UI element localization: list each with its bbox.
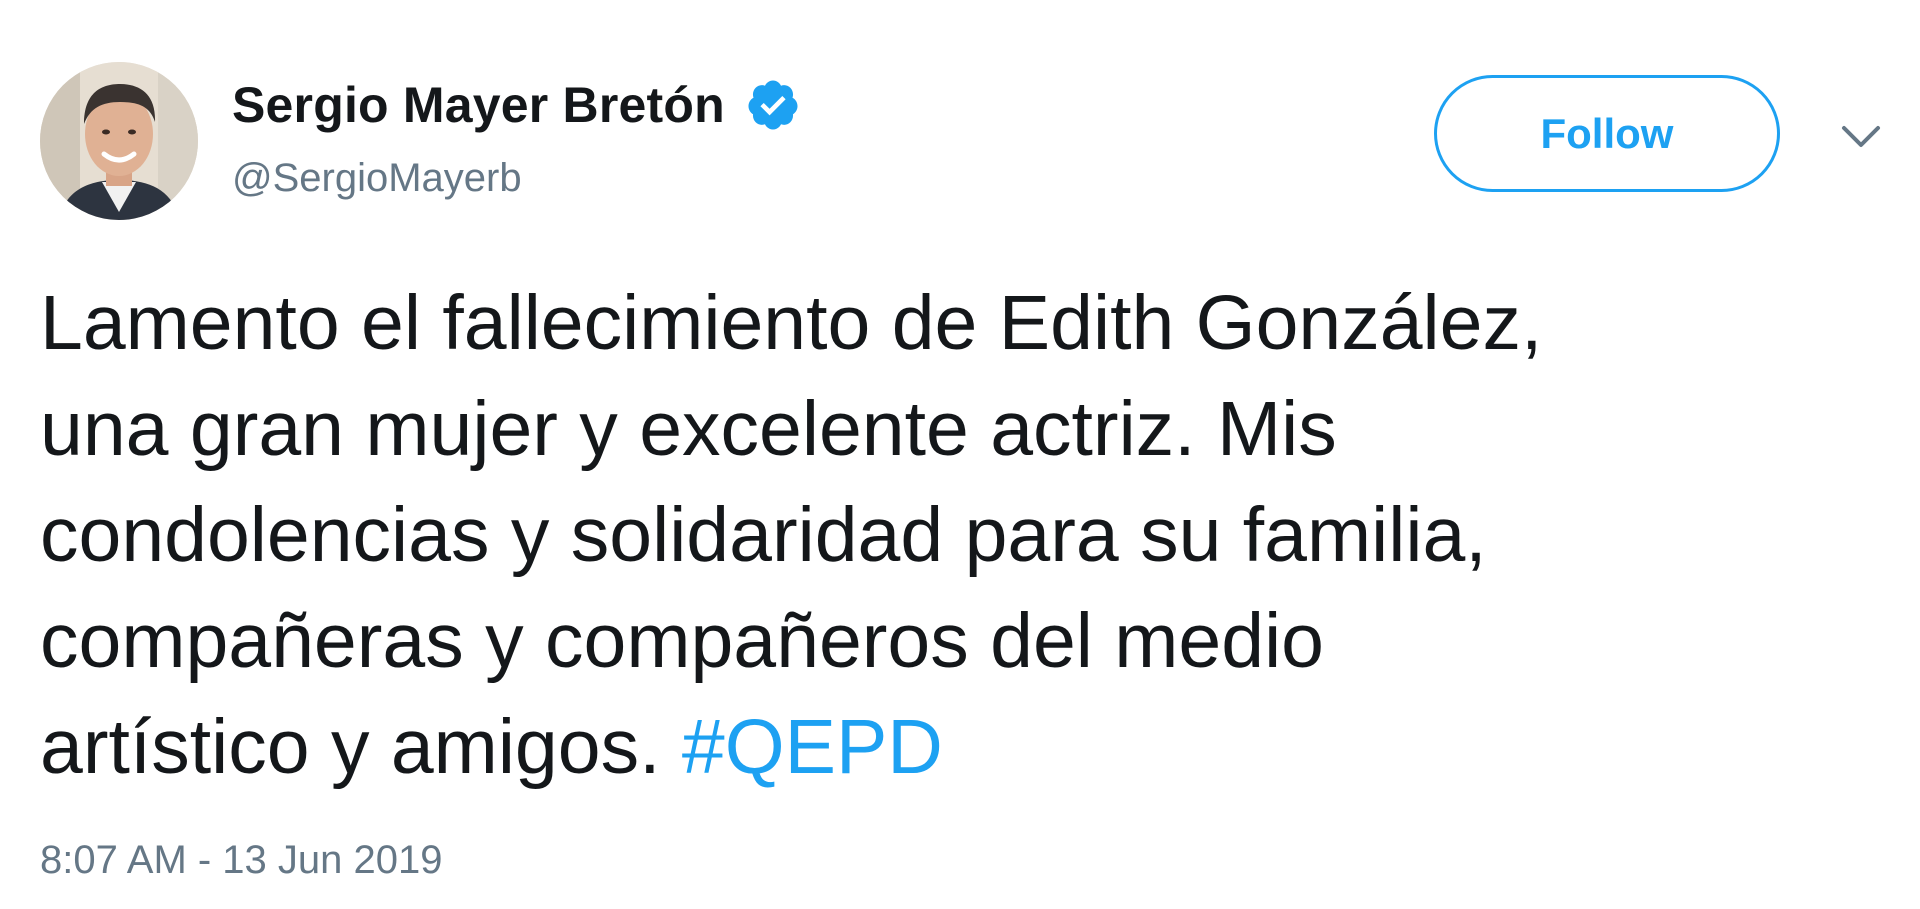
avatar[interactable] <box>40 62 198 220</box>
follow-button[interactable]: Follow <box>1434 75 1780 192</box>
tweet-card: Sergio Mayer Bretón @SergioMayerb Follow… <box>0 0 1920 909</box>
tweet-text: Lamento el fallecimiento de Edith Gonzál… <box>40 270 1860 800</box>
avatar-photo <box>40 62 198 220</box>
tweet-text-line: condolencias y solidaridad para su famil… <box>40 492 1487 578</box>
tweet-text-line: una gran mujer y excelente actriz. Mis <box>40 386 1337 472</box>
tweet-text-line: artístico y amigos. #QEPD <box>40 694 1860 800</box>
chevron-down-icon[interactable] <box>1836 120 1886 154</box>
verified-badge-icon <box>745 77 801 133</box>
author-handle[interactable]: @SergioMayerb <box>232 156 522 201</box>
tweet-text-line: compañeras y compañeros del medio <box>40 598 1324 684</box>
tweet-timestamp[interactable]: 8:07 AM - 13 Jun 2019 <box>40 838 443 883</box>
hashtag-link[interactable]: #QEPD <box>682 704 943 790</box>
author-name-row: Sergio Mayer Bretón <box>232 72 801 138</box>
author-display-name[interactable]: Sergio Mayer Bretón <box>232 76 725 134</box>
tweet-text-segment: artístico y amigos. <box>40 704 682 790</box>
tweet-text-line: Lamento el fallecimiento de Edith Gonzál… <box>40 280 1543 366</box>
